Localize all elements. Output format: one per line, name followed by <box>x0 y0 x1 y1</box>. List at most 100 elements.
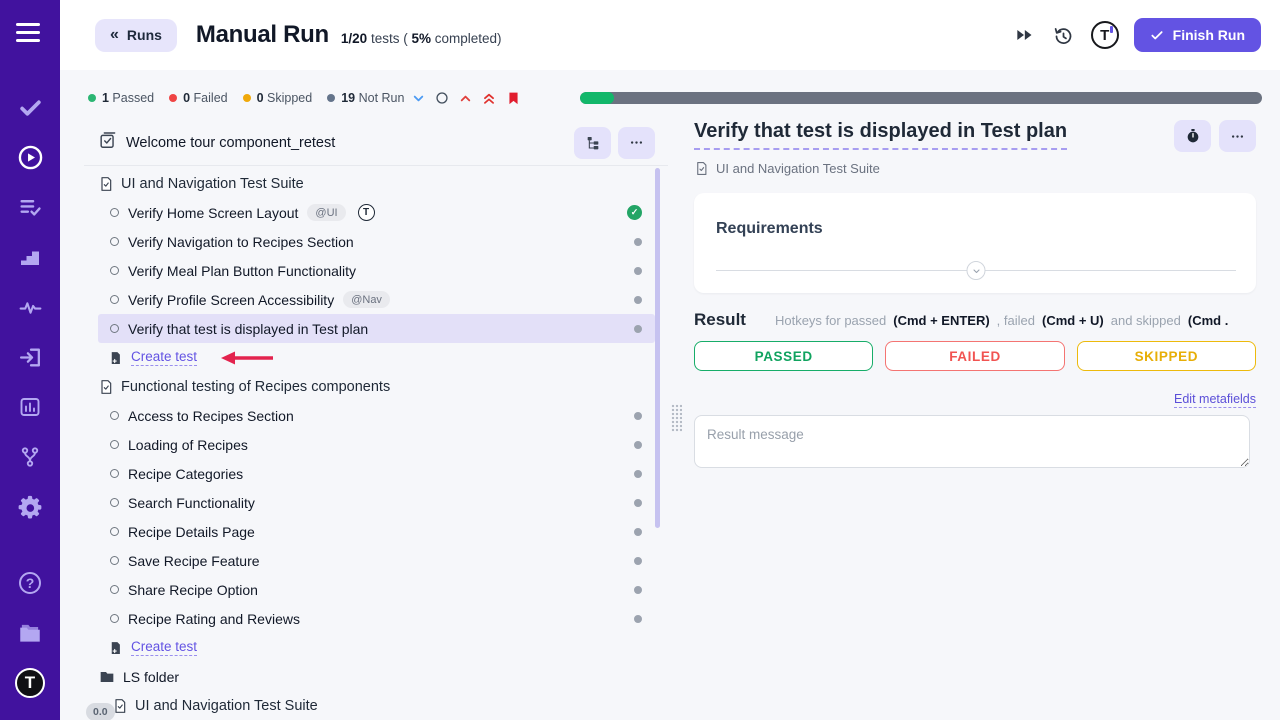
tree-folder-row[interactable]: LS folder <box>98 662 655 691</box>
chevron-up-icon[interactable] <box>459 92 472 105</box>
double-chevron-up-icon[interactable] <box>482 91 496 106</box>
result-message-input[interactable] <box>694 415 1250 468</box>
run-progress-text: 1/20 tests ( 5% completed) <box>341 31 502 46</box>
tree-item-label: Recipe Rating and Reviews <box>128 611 300 627</box>
run-progress-bar <box>580 92 1262 104</box>
chevron-down-icon[interactable] <box>412 92 425 105</box>
requirements-title: Requirements <box>716 220 1236 238</box>
scrollbar-thumb[interactable] <box>655 168 660 528</box>
suite-doc-icon <box>98 176 114 192</box>
requirements-expand-toggle[interactable] <box>967 261 986 280</box>
create-test-link[interactable]: Create test <box>131 639 197 656</box>
help-icon[interactable]: ? <box>5 558 55 608</box>
result-failed-button[interactable]: FAILED <box>885 341 1064 371</box>
create-test-row[interactable]: Create test <box>98 633 655 662</box>
tree-test-row[interactable]: Verify Home Screen Layout@UIT✓ <box>98 198 655 227</box>
circle-icon[interactable] <box>435 91 449 105</box>
detail-more-button[interactable] <box>1219 120 1256 152</box>
app-logo[interactable]: T <box>5 658 55 708</box>
breadcrumb[interactable]: UI and Navigation Test Suite <box>694 161 1256 176</box>
tree-header-buttons <box>574 127 668 159</box>
create-test-row[interactable]: Create test <box>98 343 655 372</box>
result-legend: 1 Passed0 Failed0 Skipped19 Not Run <box>88 70 404 126</box>
test-circle-marker <box>110 614 119 623</box>
back-to-runs-label: Runs <box>127 27 162 43</box>
test-tree-panel: Welcome tour component_retest UI and Nav… <box>84 120 668 720</box>
test-circle-marker <box>110 469 119 478</box>
folder-icon[interactable] <box>5 608 55 658</box>
tree-item-label: Functional testing of Recipes components <box>121 379 390 395</box>
tree-test-row[interactable]: Access to Recipes Section <box>98 401 655 430</box>
chevron-down-icon <box>971 266 981 276</box>
fast-forward-icon[interactable] <box>1012 23 1036 47</box>
branch-icon[interactable] <box>5 432 55 482</box>
tree-suite-row[interactable]: 0.0UI and Navigation Test Suite <box>98 691 655 720</box>
status-passed-icon: ✓ <box>627 205 642 220</box>
status-dot <box>88 94 96 102</box>
import-icon[interactable] <box>5 332 55 382</box>
tree-suite-row[interactable]: Functional testing of Recipes components <box>98 372 655 401</box>
tree-item-label: UI and Navigation Test Suite <box>135 698 318 714</box>
timer-button[interactable] <box>1174 120 1211 152</box>
tree-test-row[interactable]: Recipe Rating and Reviews <box>98 604 655 633</box>
retry-timer-icon[interactable] <box>1051 23 1076 48</box>
tree-test-row[interactable]: Verify Profile Screen Accessibility@Nav <box>98 285 655 314</box>
tree-test-row[interactable]: Save Recipe Feature <box>98 546 655 575</box>
tree-test-row[interactable]: Search Functionality <box>98 488 655 517</box>
test-circle-marker <box>110 527 119 536</box>
bar-chart-icon[interactable] <box>5 382 55 432</box>
tree-test-row[interactable]: Recipe Categories <box>98 459 655 488</box>
test-detail-panel: Verify that test is displayed in Test pl… <box>694 120 1256 473</box>
test-circle-marker <box>110 266 119 275</box>
bookmark-icon[interactable] <box>506 90 521 107</box>
status-notrun-dot <box>634 557 642 565</box>
test-circle-marker <box>110 237 119 246</box>
tree-item-label: Verify Navigation to Recipes Section <box>128 234 354 250</box>
automation-logo-chip: T <box>358 204 375 221</box>
list-check-icon[interactable] <box>5 182 55 232</box>
tree-more-button[interactable] <box>618 127 655 159</box>
tree-suite-row[interactable]: UI and Navigation Test Suite <box>98 169 655 198</box>
gear-icon[interactable] <box>5 482 55 532</box>
menu-icon[interactable] <box>16 18 44 46</box>
play-circle-icon[interactable] <box>5 132 55 182</box>
tree-item-label: Search Functionality <box>128 495 255 511</box>
back-to-runs-button[interactable]: « Runs <box>95 19 177 52</box>
file-plus-icon <box>108 350 123 366</box>
legend-item: 19 Not Run <box>327 91 404 105</box>
activity-icon[interactable] <box>5 282 55 332</box>
file-plus-icon <box>108 640 123 656</box>
status-notrun-dot <box>634 586 642 594</box>
topbar-actions: T Finish Run <box>1012 18 1261 52</box>
brand-logo-icon[interactable]: T <box>1091 21 1119 49</box>
tree-view-button[interactable] <box>574 127 611 159</box>
tree-test-row[interactable]: Share Recipe Option <box>98 575 655 604</box>
folder-icon <box>98 669 116 685</box>
tree-item-label: Loading of Recipes <box>128 437 248 453</box>
create-test-link[interactable]: Create test <box>131 349 197 366</box>
steps-icon[interactable] <box>5 232 55 282</box>
test-circle-marker <box>110 411 119 420</box>
red-arrow-annotation <box>219 351 275 365</box>
status-dot <box>243 94 251 102</box>
result-title: Result <box>694 310 746 330</box>
panel-resize-handle[interactable] <box>671 404 682 432</box>
tree-test-row[interactable]: Verify that test is displayed in Test pl… <box>98 314 655 343</box>
result-passed-button[interactable]: PASSED <box>694 341 873 371</box>
tree-test-row[interactable]: Loading of Recipes <box>98 430 655 459</box>
test-title[interactable]: Verify that test is displayed in Test pl… <box>694 120 1067 150</box>
test-circle-marker <box>110 585 119 594</box>
test-tag-badge: @UI <box>307 204 345 221</box>
result-skipped-button[interactable]: SKIPPED <box>1077 341 1256 371</box>
test-circle-marker <box>110 556 119 565</box>
tree-test-row[interactable]: Verify Meal Plan Button Functionality <box>98 256 655 285</box>
tree-test-row[interactable]: Verify Navigation to Recipes Section <box>98 227 655 256</box>
edit-metafields-link[interactable]: Edit metafields <box>1174 392 1256 408</box>
finish-run-button[interactable]: Finish Run <box>1134 18 1261 52</box>
status-notrun-dot <box>634 528 642 536</box>
status-notrun-dot <box>634 238 642 246</box>
page-title: Manual Run <box>196 21 329 49</box>
tree-test-row[interactable]: Recipe Details Page <box>98 517 655 546</box>
topbar: « Runs Manual Run 1/20 tests ( 5% comple… <box>60 0 1280 70</box>
check-icon[interactable] <box>5 82 55 132</box>
